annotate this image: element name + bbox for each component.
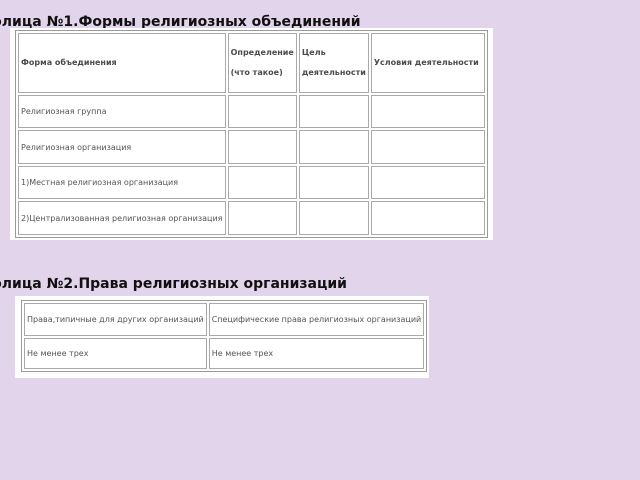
table-cell bbox=[370, 94, 485, 129]
table-cell bbox=[227, 165, 297, 200]
table-row: Религиозная группа bbox=[18, 94, 485, 129]
table-cell bbox=[370, 130, 485, 164]
table-cell bbox=[298, 130, 369, 164]
table-cell bbox=[227, 130, 297, 164]
table-header-row: Форма объединения Определение (что такое… bbox=[18, 33, 485, 93]
table-row: 1)Местная религиозная организация bbox=[18, 165, 485, 200]
table-cell bbox=[298, 165, 369, 200]
header-cell-conditions: Условия деятельности bbox=[370, 33, 485, 93]
table-row: Религиозная организация bbox=[18, 130, 485, 164]
table-row: Не менее трех Не менее трех bbox=[24, 338, 425, 369]
religious-forms-table: Форма объединения Определение (что такое… bbox=[15, 30, 488, 238]
table-cell bbox=[298, 94, 369, 129]
religious-rights-table: Права,типичные для других организаций Сп… bbox=[21, 300, 428, 372]
header-cell-specific-rights: Специфические права религиозных организа… bbox=[208, 303, 425, 337]
table1-panel: Форма объединения Определение (что такое… bbox=[10, 28, 493, 240]
table-header-row: Права,типичные для других организаций Сп… bbox=[24, 303, 425, 337]
table-cell bbox=[227, 94, 297, 129]
table-cell bbox=[370, 201, 485, 235]
header-cell-form: Форма объединения bbox=[18, 33, 226, 93]
table-cell: 2)Централизованная религиозная организац… bbox=[18, 201, 226, 235]
table-cell: Религиозная группа bbox=[18, 94, 226, 129]
table-cell bbox=[370, 165, 485, 200]
table2-panel: Права,типичные для других организаций Сп… bbox=[15, 296, 429, 378]
table-row: 2)Централизованная религиозная организац… bbox=[18, 201, 485, 235]
table-cell: Не менее трех bbox=[208, 338, 425, 369]
table-cell bbox=[298, 201, 369, 235]
header-cell-typical-rights: Права,типичные для других организаций bbox=[24, 303, 207, 337]
header-cell-goal: Цель деятельности bbox=[298, 33, 369, 93]
table-cell: Религиозная организация bbox=[18, 130, 226, 164]
table-cell: Не менее трех bbox=[24, 338, 207, 369]
header-cell-definition: Определение (что такое) bbox=[227, 33, 297, 93]
table-cell: 1)Местная религиозная организация bbox=[18, 165, 226, 200]
table2-heading: блица №2.Права религиозных организаций bbox=[0, 276, 347, 292]
table-cell bbox=[227, 201, 297, 235]
